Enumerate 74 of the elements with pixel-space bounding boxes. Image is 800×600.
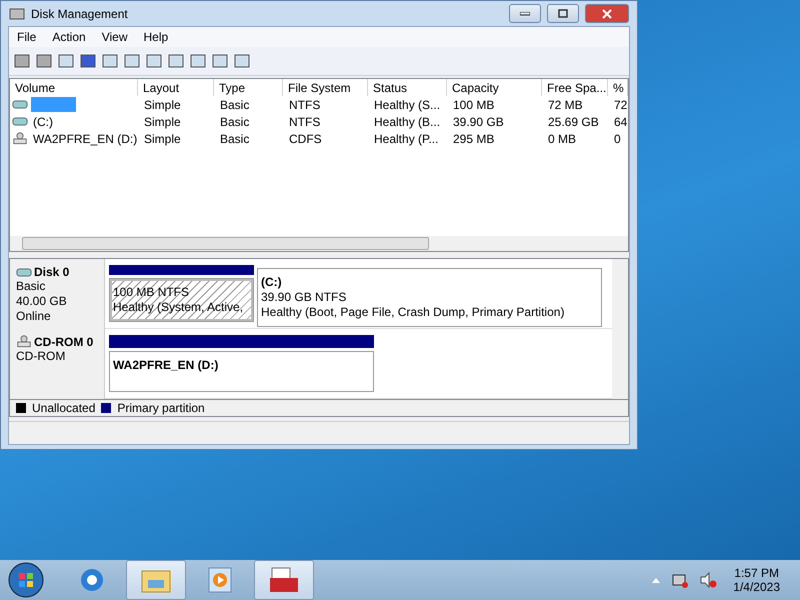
legend-label: Unallocated bbox=[32, 401, 96, 415]
table-cell-text: 100 MB bbox=[452, 98, 496, 112]
partition-block[interactable]: (C:) 39.90 GB NTFS Healthy (Boot, Page File, Crash Dump, Primary Partition) bbox=[257, 268, 602, 327]
table-cell-text: NTFS bbox=[288, 114, 322, 128]
table-cell-text: 295 MB bbox=[452, 132, 496, 146]
table-cell-text: 0 bbox=[613, 132, 622, 146]
cd-drive-icon bbox=[12, 132, 28, 146]
horizontal-scrollbar[interactable] bbox=[10, 236, 628, 251]
table-cell-text: (C:) bbox=[32, 114, 53, 128]
vertical-scrollbar[interactable] bbox=[612, 259, 628, 399]
taskbar-button[interactable] bbox=[126, 560, 186, 600]
clock-date: 1/4/2023 bbox=[733, 580, 780, 594]
start-button[interactable] bbox=[6, 560, 46, 600]
disk-name: CD-ROM 0 bbox=[16, 335, 98, 349]
table-cell-text: Basic bbox=[219, 98, 250, 112]
partition-block[interactable]: WA2PFRE_EN (D:) bbox=[109, 351, 374, 392]
menu-item[interactable]: View bbox=[94, 30, 136, 44]
toolbox-icon[interactable] bbox=[268, 566, 300, 594]
maximize-icon bbox=[558, 9, 568, 18]
table-cell-text: 72 bbox=[613, 98, 628, 112]
hard-drive-icon bbox=[12, 99, 28, 110]
partition-title: (C:) bbox=[261, 275, 283, 290]
cd-drive-icon bbox=[16, 335, 32, 349]
disk-detail: Online bbox=[16, 309, 52, 324]
partition-detail: Healthy (Boot, Page File, Crash Dump, Primary Partition) bbox=[261, 305, 566, 320]
column-header[interactable]: Status bbox=[368, 79, 447, 96]
partition-detail: 100 MB NTFS bbox=[113, 285, 190, 300]
table-cell-text: Healthy (B... bbox=[373, 114, 442, 128]
table-cell-text: 0 MB bbox=[547, 132, 578, 146]
table-cell-text: Healthy (P... bbox=[373, 132, 440, 146]
speaker-muted-icon[interactable] bbox=[699, 571, 718, 589]
menu-item[interactable]: File bbox=[9, 30, 44, 44]
table-cell-text: 25.69 GB bbox=[547, 114, 600, 128]
table-cell-text: 64 bbox=[613, 114, 628, 128]
taskbar-button[interactable] bbox=[254, 560, 314, 600]
menu-item[interactable]: Action bbox=[44, 30, 94, 44]
table-cell-text: Simple bbox=[143, 98, 182, 112]
partition-title: WA2PFRE_EN (D:) bbox=[113, 358, 220, 373]
table-cell-text: 72 MB bbox=[547, 98, 584, 112]
hard-drive-icon bbox=[12, 116, 28, 127]
column-header[interactable]: Type bbox=[214, 79, 283, 96]
menu-item[interactable]: Help bbox=[136, 30, 176, 44]
table-cell-text: Simple bbox=[143, 114, 182, 128]
table-cell-text: 39.90 GB bbox=[452, 114, 505, 128]
disk-detail: 40.00 GB bbox=[16, 294, 68, 309]
disk-name: Disk 0 bbox=[16, 265, 98, 279]
table-cell-text: Basic bbox=[219, 132, 250, 146]
media-player-icon[interactable] bbox=[207, 566, 233, 594]
clock[interactable]: 1:57 PM 1/4/2023 bbox=[733, 566, 780, 594]
table-cell-text: NTFS bbox=[288, 98, 322, 112]
table-cell-text: CDFS bbox=[288, 132, 323, 146]
clock-time: 1:57 PM bbox=[734, 566, 779, 580]
legend-label: Primary partition bbox=[117, 401, 205, 415]
close-button[interactable] bbox=[585, 4, 629, 23]
table-cell-text: WA2PFRE_EN (D:) bbox=[32, 132, 138, 146]
partition-detail: Healthy (System, Active, bbox=[113, 300, 244, 315]
table-cell-text: Healthy (S... bbox=[373, 98, 442, 112]
partition-block[interactable]: 100 MB NTFS Healthy (System, Active, bbox=[109, 278, 254, 322]
partition-detail: 39.90 GB NTFS bbox=[261, 290, 348, 305]
minimize-button[interactable] bbox=[509, 4, 541, 23]
column-header[interactable]: Free Spa... bbox=[542, 79, 608, 96]
column-header[interactable]: Layout bbox=[138, 79, 214, 96]
maximize-button[interactable] bbox=[547, 4, 579, 23]
window-title: Disk Management bbox=[31, 6, 129, 20]
hard-drive-icon bbox=[16, 266, 32, 278]
column-header[interactable]: File System bbox=[283, 79, 368, 96]
table-cell-text: Simple bbox=[143, 132, 182, 146]
disk-detail: CD-ROM bbox=[16, 349, 66, 364]
column-header[interactable]: Capacity bbox=[447, 79, 542, 96]
disk-detail: Basic bbox=[16, 279, 46, 294]
table-cell-text: Basic bbox=[219, 114, 250, 128]
minimize-icon bbox=[520, 12, 530, 16]
close-icon bbox=[602, 8, 612, 18]
column-header[interactable]: % bbox=[608, 79, 628, 96]
